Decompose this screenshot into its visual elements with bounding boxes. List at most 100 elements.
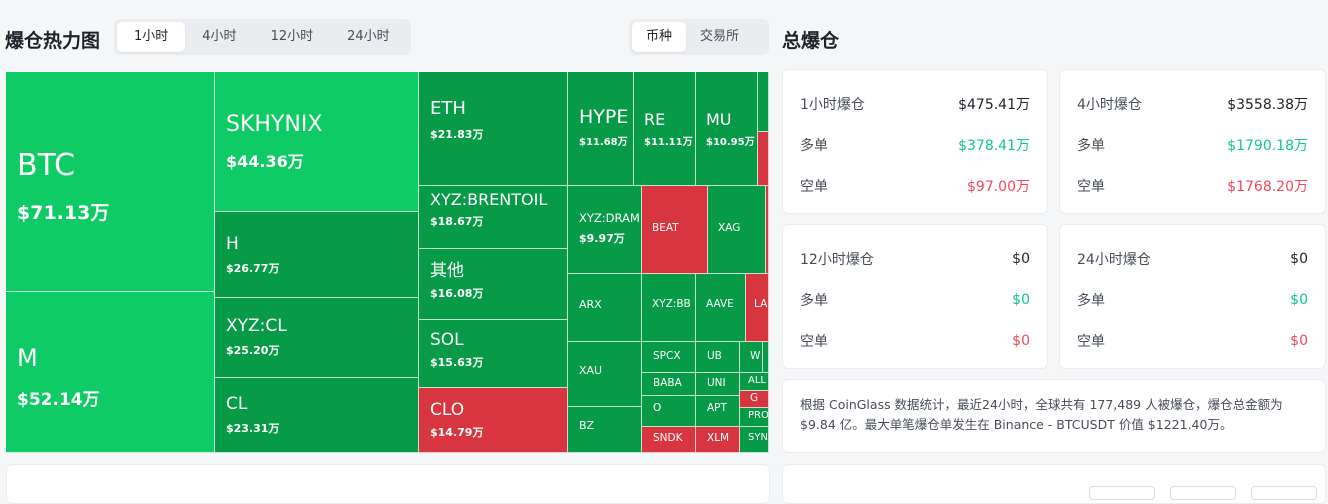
cell-symbol: W: [750, 350, 761, 362]
heatmap-cell-clo[interactable]: CLO $14.79万: [419, 388, 568, 453]
card-label: 12小时爆仓: [800, 252, 874, 268]
heatmap-cell-w[interactable]: W: [740, 342, 763, 373]
heatmap-cell[interactable]: [763, 342, 769, 373]
card-label: 24小时爆仓: [1077, 252, 1151, 268]
cell-amount: $44.36万: [226, 152, 304, 172]
heatmap-cell-re[interactable]: RE $11.11万: [634, 72, 696, 186]
cell-symbol: SYN: [748, 432, 768, 443]
liquidation-card-24h: 24小时爆仓 $0 多单 $0 空单 $0: [1059, 224, 1326, 369]
cell-amount: $26.77万: [226, 262, 280, 276]
heatmap-cell-eth[interactable]: ETH $21.83万: [419, 72, 568, 186]
tab-by-exchange[interactable]: 交易所: [686, 22, 753, 52]
cell-amount: $11.68万: [579, 136, 628, 148]
heatmap-cell-xau[interactable]: XAU: [568, 342, 642, 407]
heatmap-cell-sndk[interactable]: SNDK: [642, 427, 696, 453]
short-value: $1768.20万: [1227, 179, 1308, 195]
heatmap-cell[interactable]: [758, 132, 769, 186]
heatmap-cell-syn[interactable]: SYN: [740, 427, 769, 453]
cell-symbol: MU: [706, 110, 732, 129]
heatmap-cell-m[interactable]: M $52.14万: [6, 292, 215, 453]
card-total: $0: [1012, 251, 1030, 267]
heatmap-cell-xyz-bb[interactable]: XYZ:BB: [642, 274, 696, 342]
heatmap-cell-[interactable]: 其他 $16.08万: [419, 249, 568, 320]
heatmap-cell-beat[interactable]: BEAT: [642, 186, 708, 274]
cell-amount: $71.13万: [17, 202, 110, 224]
short-label: 空单: [800, 179, 828, 195]
heatmap-cell-la[interactable]: LA: [746, 274, 769, 342]
heatmap-cell-cl[interactable]: CL $23.31万: [215, 378, 419, 453]
panel-button[interactable]: [1251, 486, 1317, 500]
cell-symbol: BEAT: [652, 222, 679, 234]
heatmap-title: 爆仓热力图: [5, 30, 101, 52]
cell-symbol: HYPE: [579, 106, 629, 128]
panel-button[interactable]: [1089, 486, 1155, 500]
heatmap-cell-xag[interactable]: XAG: [708, 186, 766, 274]
liquidation-summary: 根据 CoinGlass 数据统计，最近24小时，全球共有 177,489 人被…: [782, 379, 1326, 453]
heatmap-cell[interactable]: [766, 186, 769, 274]
heatmap-cell-g[interactable]: G: [740, 391, 769, 408]
long-label: 多单: [1077, 293, 1105, 309]
short-label: 空单: [1077, 179, 1105, 195]
cell-symbol: SOL: [430, 330, 464, 350]
cell-amount: $10.95万: [706, 137, 755, 149]
heatmap-cell-btc[interactable]: BTC $71.13万: [6, 72, 215, 292]
panel-button[interactable]: [1170, 486, 1236, 500]
tab-4h[interactable]: 4小时: [185, 22, 253, 52]
heatmap-cell-mu[interactable]: MU $10.95万: [696, 72, 758, 186]
heatmap-cell-h[interactable]: H $26.77万: [215, 212, 419, 298]
heatmap-cell[interactable]: [758, 72, 769, 132]
long-label: 多单: [1077, 138, 1105, 154]
card-label: 1小时爆仓: [800, 97, 865, 113]
cell-amount: $15.63万: [430, 356, 484, 370]
heatmap-cell-spcx[interactable]: SPCX: [642, 342, 696, 373]
cell-symbol: APT: [707, 402, 727, 414]
heatmap-cell-skhynix[interactable]: SKHYNIX $44.36万: [215, 72, 419, 212]
heatmap-cell-sol[interactable]: SOL $15.63万: [419, 320, 568, 388]
heatmap-cell-pro[interactable]: PRO: [740, 408, 769, 427]
heatmap-cell-apt[interactable]: APT: [696, 396, 740, 427]
long-value: $1790.18万: [1227, 138, 1308, 154]
cell-symbol: UNI: [707, 377, 726, 389]
cell-symbol: XYZ:CL: [226, 316, 287, 336]
heatmap-cell-uni[interactable]: UNI: [696, 373, 740, 396]
short-value: $97.00万: [967, 179, 1030, 195]
short-label: 空单: [1077, 334, 1105, 350]
cell-symbol: SNDK: [653, 432, 683, 444]
heatmap-cell-baba[interactable]: BABA: [642, 373, 696, 396]
cell-symbol: ETH: [430, 98, 466, 119]
cell-symbol: XLM: [707, 432, 730, 444]
cell-symbol: 其他: [430, 261, 464, 281]
heatmap-cell-hype[interactable]: HYPE $11.68万: [568, 72, 634, 186]
liquidation-heatmap: BTC $71.13万 M $52.14万 SKHYNIX $44.36万 H $26.77万…: [6, 72, 769, 453]
cell-symbol: AAVE: [706, 298, 734, 310]
liquidation-card-1h: 1小时爆仓 $475.41万 多单 $378.41万 空单 $97.00万: [782, 69, 1048, 214]
heatmap-cell-bz[interactable]: BZ: [568, 407, 642, 453]
heatmap-cell-aave[interactable]: AAVE: [696, 274, 746, 342]
card-label: 4小时爆仓: [1077, 97, 1142, 113]
heatmap-cell-xlm[interactable]: XLM: [696, 427, 740, 453]
heatmap-cell-xyz-dram[interactable]: XYZ:DRAM $9.97万: [568, 186, 642, 274]
cell-symbol: G: [750, 392, 759, 404]
card-total: $3558.38万: [1227, 97, 1308, 113]
tab-24h[interactable]: 24小时: [330, 22, 407, 52]
heatmap-cell-arx[interactable]: ARX: [568, 274, 642, 342]
tab-1h[interactable]: 1小时: [117, 22, 186, 52]
cell-symbol: CL: [226, 394, 248, 414]
liquidation-card-12h: 12小时爆仓 $0 多单 $0 空单 $0: [782, 224, 1048, 369]
cell-amount: $25.20万: [226, 344, 280, 358]
heatmap-cell-all[interactable]: ALL: [740, 373, 769, 391]
cell-amount: $52.14万: [17, 389, 100, 410]
heatmap-cell-o[interactable]: O: [642, 396, 696, 427]
tab-12h[interactable]: 12小时: [254, 22, 331, 52]
lower-panel: [6, 464, 770, 504]
heatmap-cell-xyz-cl[interactable]: XYZ:CL $25.20万: [215, 298, 419, 378]
tab-by-coin[interactable]: 币种: [632, 22, 687, 52]
lower-right-panel: [782, 464, 1326, 504]
cell-symbol: RE: [644, 110, 666, 129]
heatmap-cell-xyz-brentoil[interactable]: XYZ:BRENTOIL $18.67万: [419, 186, 568, 249]
cell-symbol: LA: [754, 298, 768, 310]
heatmap-cell-ub[interactable]: UB: [696, 342, 740, 373]
time-range-tabs: 1小时 4小时 12小时 24小时: [114, 19, 411, 55]
card-total: $0: [1290, 251, 1308, 267]
short-value: $0: [1290, 333, 1308, 349]
